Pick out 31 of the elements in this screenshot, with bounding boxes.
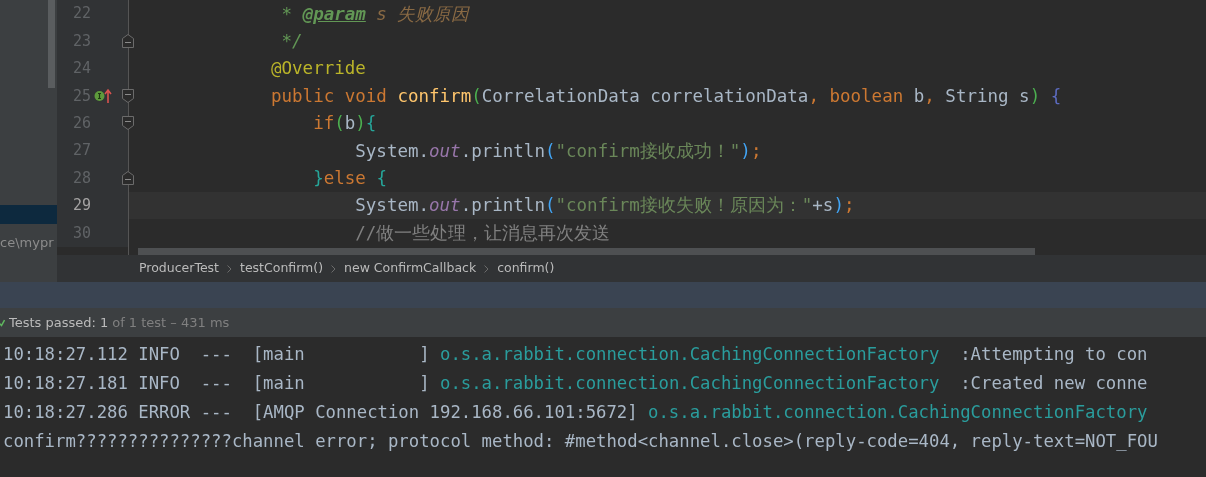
console-line: 10:18:27.286 ERROR --- [AMQP Connection 192.168.66.101:5672] o.s.a.rabbit.connection.CachingConnectionFactory: [3, 401, 1148, 424]
code-line: if(b){: [312, 112, 377, 136]
chevron-icon: [331, 264, 337, 273]
fold-icon[interactable]: [122, 171, 134, 186]
chevron-icon: [227, 264, 232, 273]
status-label: Tests passed:: [9, 313, 96, 332]
code-line: }else {: [312, 166, 387, 190]
test-summary: of 1 test – 431 ms: [112, 313, 230, 332]
fold-icon[interactable]: [122, 34, 134, 49]
console-line: 10:18:27.112 INFO --- [main ] o.s.a.rabbit.connection.CachingConnectionFactory :Attempting to con: [3, 343, 1148, 366]
chevron-icon: [484, 264, 490, 273]
console-line: 10:18:27.181 INFO --- [main ] o.s.a.rabbit.connection.CachingConnectionFactory :Created new conne: [3, 372, 1148, 395]
code-line: //做一些处理，让消息再次发送: [354, 221, 611, 245]
passed-count: 1: [99, 313, 109, 332]
code-line: * @param s 失败原因: [280, 2, 470, 26]
scrollbar-thumb[interactable]: [48, 0, 55, 88]
line-number: 29: [71, 195, 91, 217]
horizontal-scrollbar[interactable]: [138, 248, 1035, 255]
code-line: @Override: [270, 57, 366, 81]
breadcrumb[interactable]: new ConfirmCallback: [344, 259, 477, 278]
breadcrumb[interactable]: confirm(): [497, 259, 555, 278]
implements-marker-icon[interactable]: [94, 87, 112, 104]
code-line: public void confirm(CorrelationData correlationData, boolean b, String s) {: [270, 84, 1062, 108]
fold-icon[interactable]: [122, 116, 134, 131]
code-line: System.out.println("confirm接收失败！原因为："+s);: [354, 194, 855, 218]
fold-icon[interactable]: [122, 88, 134, 103]
code-line: */: [280, 29, 303, 53]
breadcrumb[interactable]: testConfirm(): [240, 259, 324, 278]
code-line: System.out.println("confirm接收成功！");: [354, 139, 762, 163]
console-line: confirm???????????????channel error; protocol method: #method<channel.close>(reply-code=404, reply-text=NOT_FOU: [3, 430, 1158, 453]
breadcrumb[interactable]: ProducerTest: [139, 259, 219, 278]
